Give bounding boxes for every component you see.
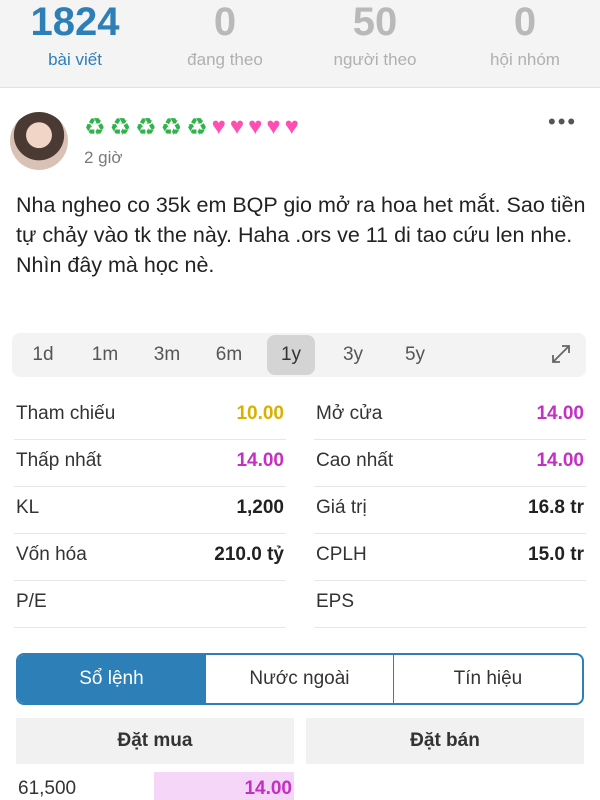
post-text: Nha ngheo co 35k em BQP gio mở ra hoa he… <box>16 193 586 277</box>
order-book-buy-row: 61,500 14.00 <box>16 772 296 800</box>
quote-value-open: 14.00 <box>536 403 584 424</box>
quote-value-high: 14.00 <box>536 450 584 471</box>
stat-followers-count: 50 <box>352 0 398 44</box>
stat-followers-label: người theo <box>333 50 417 69</box>
avatar[interactable] <box>10 112 68 170</box>
recycle-icon: ♻ <box>186 113 208 141</box>
quote-row: Vốn hóa 210.0 tỷ CPLH 15.0 tr <box>0 534 600 581</box>
quote-value-volume: 1,200 <box>236 497 284 518</box>
quote-label-eps: EPS <box>316 591 355 612</box>
stat-following[interactable]: 0 đang theo <box>150 0 300 87</box>
recycle-icon: ♻ <box>135 113 157 141</box>
range-tab-1m[interactable]: 1m <box>74 335 136 375</box>
tab-order-book[interactable]: Sổ lệnh <box>18 655 206 703</box>
stat-following-count: 0 <box>213 0 237 44</box>
chart-range-selector: 1d 1m 3m 6m 1y 3y 5y <box>12 333 586 377</box>
quote-row: Tham chiếu 10.00 Mở cửa 14.00 <box>0 393 600 440</box>
quote-label-pe: P/E <box>16 591 47 612</box>
range-tab-1y[interactable]: 1y <box>267 335 315 375</box>
quote-row: KL 1,200 Giá trị 16.8 tr <box>0 487 600 534</box>
detail-tabs: Sổ lệnh Nước ngoài Tín hiệu <box>16 653 584 705</box>
quote-label-open: Mở cửa <box>316 403 383 424</box>
quote-label-market-cap: Vốn hóa <box>16 544 87 565</box>
stat-posts-label: bài viết <box>48 50 102 69</box>
quote-label-volume: KL <box>16 497 40 518</box>
stat-followers[interactable]: 50 người theo <box>300 0 450 87</box>
quote-row: Thấp nhất 14.00 Cao nhất 14.00 <box>0 440 600 487</box>
sparkling-heart-icon: ♥ <box>266 113 281 140</box>
quote-label-low: Thấp nhất <box>16 450 102 471</box>
order-book-buy-price: 14.00 <box>244 778 292 799</box>
range-tab-5y[interactable]: 5y <box>384 335 446 375</box>
quote-value-value: 16.8 tr <box>528 497 584 518</box>
stat-groups[interactable]: 0 hội nhóm <box>450 0 600 87</box>
stat-posts-count: 1824 <box>30 0 120 44</box>
recycle-icon: ♻ <box>109 113 132 141</box>
quote-label-value: Giá trị <box>316 497 367 518</box>
quote-value-shares: 15.0 tr <box>528 544 584 565</box>
order-book-sell-header: Đặt bán <box>306 718 584 764</box>
quote-value-reference: 10.00 <box>236 403 284 424</box>
quote-label-shares: CPLH <box>316 544 367 565</box>
quote-label-high: Cao nhất <box>316 450 394 471</box>
quote-label-reference: Tham chiếu <box>16 403 116 424</box>
expand-icon[interactable] <box>550 343 572 365</box>
quote-row: P/E EPS <box>0 581 600 628</box>
quote-value-market-cap: 210.0 tỷ <box>214 544 284 565</box>
stat-groups-label: hội nhóm <box>490 50 560 69</box>
range-tab-3m[interactable]: 3m <box>136 335 198 375</box>
tab-signals[interactable]: Tín hiệu <box>394 655 582 703</box>
post-time: 2 giờ <box>84 148 123 167</box>
range-tab-1d[interactable]: 1d <box>12 335 74 375</box>
stat-posts[interactable]: 1824 bài viết <box>0 0 150 87</box>
recycle-icon: ♻ <box>160 113 183 141</box>
more-options-icon[interactable]: ••• <box>548 111 577 133</box>
order-book-buy-qty: 61,500 <box>18 778 77 799</box>
order-book-buy-header: Đặt mua <box>16 718 294 764</box>
profile-stats: 1824 bài viết 0 đang theo 50 người theo … <box>0 0 600 88</box>
range-tab-6m[interactable]: 6m <box>198 335 260 375</box>
tab-foreign[interactable]: Nước ngoài <box>206 655 394 703</box>
range-tab-3y[interactable]: 3y <box>322 335 384 375</box>
recycle-icon: ♻ <box>84 113 106 141</box>
sparkling-heart-icon: ♥ <box>248 113 263 140</box>
username[interactable]: ♻ ♻ ♻ ♻ ♻ ♥ ♥ ♥ ♥ ♥ <box>84 112 303 142</box>
quote-value-low: 14.00 <box>236 450 284 471</box>
sparkling-heart-icon: ♥ <box>229 113 245 140</box>
sparkling-heart-icon: ♥ <box>211 113 226 140</box>
stat-groups-count: 0 <box>513 0 537 44</box>
stat-following-label: đang theo <box>187 50 263 69</box>
sparkling-heart-icon: ♥ <box>284 113 299 140</box>
post-header: ♻ ♻ ♻ ♻ ♻ ♥ ♥ ♥ ♥ ♥ 2 giờ <box>0 100 600 180</box>
